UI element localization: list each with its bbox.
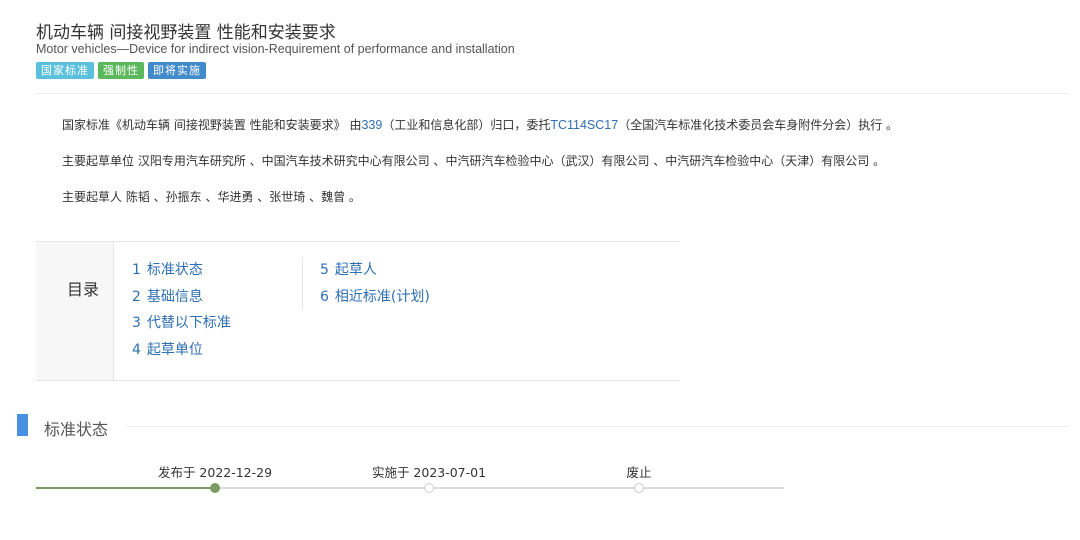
toc-item-num: 2 bbox=[132, 288, 141, 305]
committee-code-link[interactable]: TC114SC17 bbox=[550, 118, 618, 132]
toc-item-text: 标准状态 bbox=[146, 262, 203, 278]
timeline-dot-implemented bbox=[424, 483, 434, 493]
toc-column-2: 5 起草人 6 相近标准(计划) bbox=[320, 260, 430, 313]
section-title-line bbox=[126, 426, 1068, 427]
toc-item-status[interactable]: 1 标准状态 bbox=[132, 260, 231, 287]
desc1-suffix: （全国汽车标准化技术委员会车身附件分会）执行 。 bbox=[618, 118, 899, 132]
toc-item-num: 1 bbox=[132, 262, 141, 278]
desc1-prefix: 国家标准《机动车辆 间接视野装置 性能和安装要求》 由 bbox=[62, 118, 362, 132]
toc-item-num: 5 bbox=[320, 262, 329, 278]
badge-mandatory: 强制性 bbox=[98, 62, 144, 79]
desc1-middle: （工业和信息化部）归口，委托 bbox=[382, 118, 551, 132]
toc-item-text: 基础信息 bbox=[146, 288, 203, 305]
toc-item-text: 代替以下标准 bbox=[146, 315, 231, 331]
toc-column-separator bbox=[302, 257, 303, 310]
toc-label: 目录 bbox=[67, 280, 100, 299]
timeline-dot-abolished bbox=[634, 483, 644, 493]
toc-label-box: 目录 bbox=[36, 242, 114, 380]
badge-group: 国家标准 强制性 即将实施 bbox=[36, 62, 206, 79]
toc-item-replaces[interactable]: 3 代替以下标准 bbox=[132, 313, 231, 340]
toc-item-basic-info[interactable]: 2 基础信息 bbox=[132, 287, 231, 314]
table-of-contents: 目录 1 标准状态 2 基础信息 3 代替以下标准 4 起草单位 5 起草人 6 相近标准(… bbox=[36, 241, 680, 381]
toc-item-num: 4 bbox=[132, 341, 141, 358]
timeline-dot-published bbox=[210, 483, 220, 493]
standard-title-en: Motor vehicles—Device for indirect visio… bbox=[36, 42, 515, 56]
toc-item-drafters[interactable]: 5 起草人 bbox=[320, 260, 430, 287]
toc-item-text: 起草人 bbox=[334, 262, 377, 278]
toc-item-num: 6 bbox=[320, 288, 329, 305]
badge-upcoming: 即将实施 bbox=[148, 62, 206, 79]
description-line-2: 主要起草单位 汉阳专用汽车研究所 、中国汽车技术研究中心有限公司 、中汽研汽车检… bbox=[62, 154, 886, 168]
description-line-3: 主要起草人 陈韬 、孙振东 、华进勇 、张世琦 、魏曾 。 bbox=[62, 190, 361, 204]
toc-item-text: 起草单位 bbox=[146, 341, 203, 358]
org-code-link[interactable]: 339 bbox=[361, 118, 382, 132]
toc-item-drafting-units[interactable]: 4 起草单位 bbox=[132, 340, 231, 367]
timeline-progress bbox=[36, 487, 215, 489]
timeline-label-published: 发布于 2022-12-29 bbox=[157, 465, 273, 480]
toc-item-num: 3 bbox=[132, 315, 141, 331]
section-accent-bar bbox=[17, 414, 28, 436]
toc-item-text: 相近标准(计划) bbox=[334, 288, 430, 305]
toc-item-similar-standards[interactable]: 6 相近标准(计划) bbox=[320, 287, 430, 314]
header-divider bbox=[36, 93, 1068, 94]
description-line-1: 国家标准《机动车辆 间接视野装置 性能和安装要求》 由339（工业和信息化部）归… bbox=[62, 116, 898, 133]
section-title-status: 标准状态 bbox=[44, 420, 109, 439]
timeline-label-abolished: 废止 bbox=[626, 465, 652, 480]
badge-national-standard: 国家标准 bbox=[36, 62, 94, 79]
toc-column-1: 1 标准状态 2 基础信息 3 代替以下标准 4 起草单位 bbox=[132, 260, 231, 366]
standard-title-cn: 机动车辆 间接视野装置 性能和安装要求 bbox=[36, 23, 336, 43]
timeline-label-implemented: 实施于 2023-07-01 bbox=[371, 465, 487, 480]
